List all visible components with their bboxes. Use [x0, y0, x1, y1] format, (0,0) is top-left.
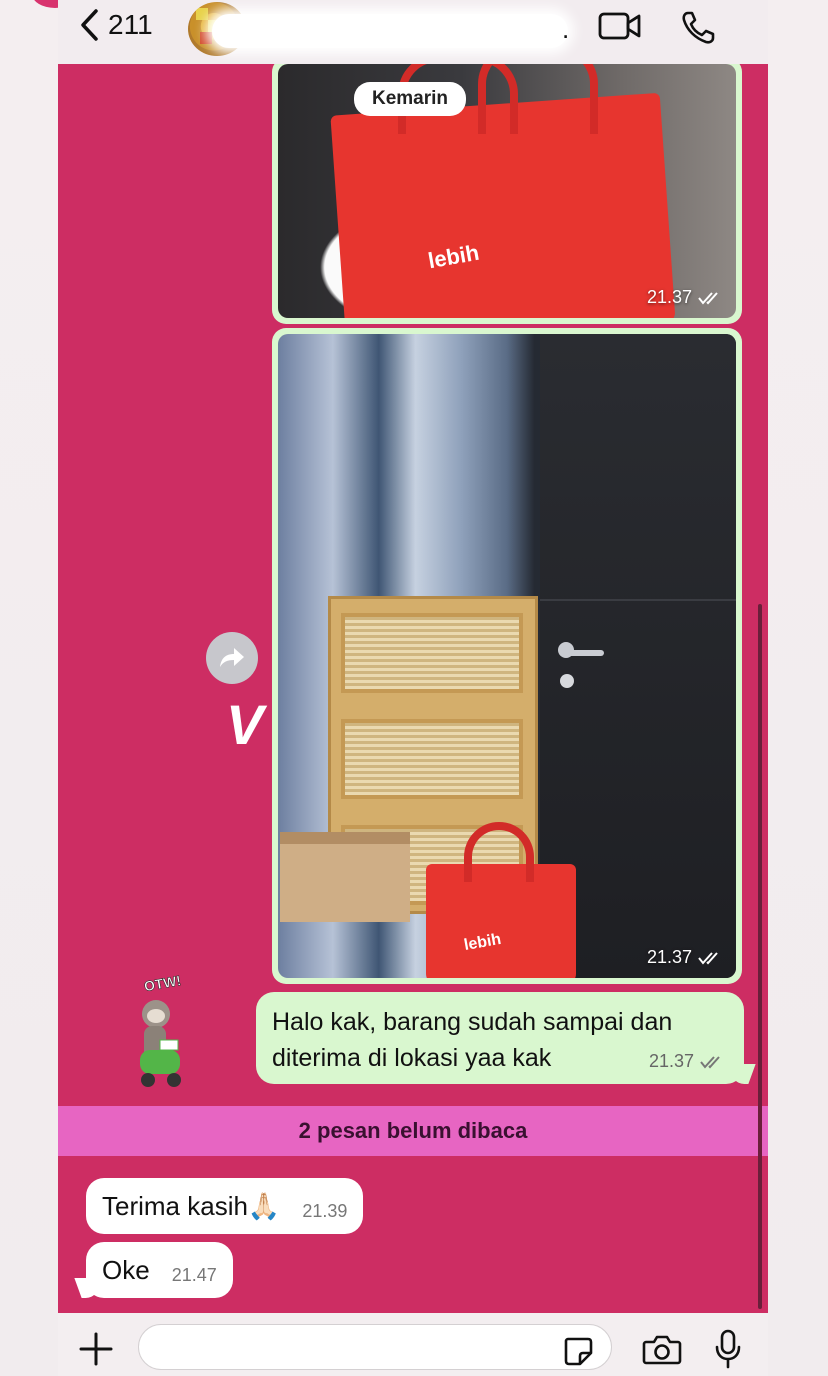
- chevron-left-icon: [81, 9, 98, 41]
- incoming-message-1[interactable]: Terima kasih🙏🏻 21.39: [86, 1178, 364, 1234]
- message-input[interactable]: [138, 1324, 612, 1370]
- video-call-icon[interactable]: [598, 10, 642, 42]
- chat-area[interactable]: lebih 21.37 Kemarin lebih 21.37 V OTW! H…: [58, 64, 768, 1313]
- incoming-message-1-text: Terima kasih🙏🏻: [102, 1191, 281, 1221]
- phone-call-icon[interactable]: [680, 10, 718, 46]
- outgoing-message-meta: 21.37: [649, 1051, 726, 1072]
- contact-name-redacted[interactable]: [212, 14, 568, 48]
- date-divider: Kemarin: [354, 82, 467, 116]
- camera-icon[interactable]: [642, 1333, 682, 1365]
- chat-header: 211 .: [58, 0, 768, 64]
- unread-messages-banner: 2 pesan belum dibaca: [58, 1106, 768, 1156]
- forward-button[interactable]: [206, 632, 258, 684]
- sticker-text: OTW!: [143, 972, 183, 994]
- plus-icon[interactable]: [78, 1331, 114, 1367]
- unread-chats-count: 211: [108, 9, 153, 40]
- incoming-message-2[interactable]: Oke 21.47: [86, 1242, 233, 1298]
- double-check-icon: [698, 951, 718, 965]
- outgoing-message-time: 21.37: [648, 1051, 694, 1071]
- image-2-timestamp: 21.37: [647, 947, 724, 968]
- image-1-timestamp: 21.37: [647, 287, 724, 308]
- image-message-1[interactable]: lebih 21.37: [272, 64, 742, 324]
- back-button[interactable]: 211: [78, 8, 153, 42]
- side-mark: V: [226, 693, 264, 756]
- photo-shoe-cabinet: lebih 21.37: [278, 334, 736, 978]
- incoming-message-2-text: Oke: [102, 1255, 150, 1285]
- message-input-bar: [58, 1313, 768, 1376]
- photo-red-bag-top: lebih 21.37: [278, 64, 736, 318]
- sticker-icon[interactable]: [562, 1335, 594, 1367]
- outgoing-message[interactable]: Halo kak, barang sudah sampai dan diteri…: [256, 992, 744, 1084]
- double-check-icon: [698, 291, 718, 305]
- incoming-message-1-time: 21.39: [302, 1200, 348, 1221]
- contact-name-suffix: .: [562, 14, 570, 44]
- double-check-icon: [700, 1055, 720, 1069]
- chat-scrollbar[interactable]: [758, 604, 762, 1309]
- forward-arrow-icon: [220, 648, 244, 667]
- otw-sloth-sticker[interactable]: OTW!: [134, 970, 204, 1100]
- incoming-message-2-time: 21.47: [171, 1264, 217, 1285]
- microphone-icon[interactable]: [714, 1329, 742, 1369]
- image-message-2[interactable]: lebih 21.37: [272, 328, 742, 984]
